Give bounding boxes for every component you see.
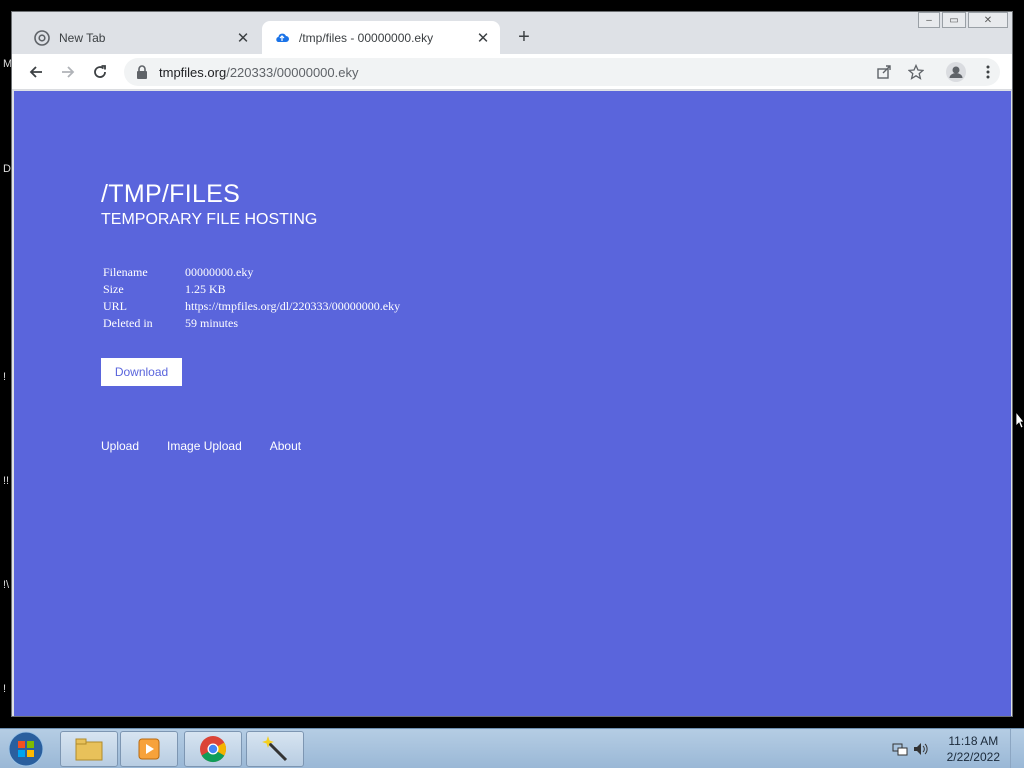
nav-link-image-upload[interactable]: Image Upload: [167, 439, 242, 453]
table-row: Filename 00000000.eky: [101, 264, 402, 281]
taskbar-media-player[interactable]: [120, 731, 178, 767]
reload-icon: [94, 65, 106, 78]
arrow-right-icon: [62, 66, 75, 78]
tab-tmpfiles[interactable]: /tmp/files - 00000000.eky ✕: [262, 21, 500, 54]
address-domain: tmpfiles.org: [159, 64, 227, 80]
table-row: URL https://tmpfiles.org/dl/220333/00000…: [101, 298, 402, 315]
close-window-button[interactable]: ✕: [968, 12, 1008, 28]
volume-icon[interactable]: [912, 741, 928, 757]
new-tab-button[interactable]: +: [512, 25, 536, 49]
info-label: Size: [103, 282, 124, 296]
table-row: Deleted in 59 minutes: [101, 315, 402, 332]
bookmark-button[interactable]: [902, 58, 930, 86]
tab-strip: New Tab ✕ /tmp/files - 00000000.eky ✕ + …: [12, 12, 1012, 54]
page-title: /TMP/FILES: [101, 180, 241, 208]
page-content: /TMP/FILES TEMPORARY FILE HOSTING Filena…: [14, 91, 1011, 716]
show-desktop-button[interactable]: [1010, 729, 1024, 768]
mouse-cursor-icon: [1016, 412, 1024, 429]
chrome-icon: [34, 29, 50, 46]
avatar-icon: [946, 62, 966, 82]
download-button[interactable]: Download: [101, 358, 182, 386]
info-label: Deleted in: [103, 316, 153, 330]
page-subtitle: TEMPORARY FILE HOSTING: [101, 211, 318, 228]
browser-toolbar: tmpfiles.org/220333/00000000.eky: [12, 54, 1012, 90]
forward-button[interactable]: [54, 58, 82, 86]
clock[interactable]: 11:18 AM 2/22/2022: [947, 733, 1000, 765]
close-tab-icon[interactable]: ✕: [232, 27, 254, 49]
tab-title: /tmp/files - 00000000.eky: [299, 30, 434, 45]
info-value: 1.25 KB: [185, 282, 226, 296]
chrome-icon: [200, 736, 227, 763]
clock-date: 2/22/2022: [946, 750, 1000, 764]
close-tab-icon[interactable]: ✕: [472, 27, 494, 49]
arrow-left-icon: [29, 66, 42, 78]
address-bar[interactable]: tmpfiles.org/220333/00000000.eky: [124, 58, 1000, 86]
info-label: URL: [103, 299, 127, 313]
info-value: https://tmpfiles.org/dl/220333/00000000.…: [185, 299, 401, 313]
footer-nav: Upload Image Upload About: [101, 439, 301, 453]
minimize-button[interactable]: –: [918, 12, 940, 28]
taskbar-explorer[interactable]: [60, 731, 118, 767]
profile-button[interactable]: [942, 58, 970, 86]
browser-window: New Tab ✕ /tmp/files - 00000000.eky ✕ + …: [11, 11, 1013, 717]
nav-link-about[interactable]: About: [270, 439, 301, 453]
taskbar: 11:18 AM 2/22/2022: [0, 728, 1024, 768]
kebab-menu-icon: [986, 65, 990, 79]
tab-title: New Tab: [59, 30, 106, 45]
network-icon[interactable]: [892, 741, 908, 757]
cloud-upload-icon: [274, 30, 290, 46]
media-player-icon: [138, 738, 160, 760]
system-tray: 11:18 AM 2/22/2022: [884, 729, 1024, 768]
maximize-button[interactable]: ▭: [942, 12, 966, 28]
magic-wand-icon: [262, 736, 288, 762]
desktop-glyph: !\: [3, 579, 10, 591]
windows-logo-icon: [8, 731, 44, 767]
back-button[interactable]: [22, 58, 50, 86]
menu-button[interactable]: [974, 58, 1002, 86]
info-value: 59 minutes: [185, 316, 238, 330]
nav-link-upload[interactable]: Upload: [101, 439, 139, 453]
info-value: 00000000.eky: [185, 265, 254, 279]
clock-time: 11:18 AM: [948, 734, 999, 748]
share-button[interactable]: [870, 58, 898, 86]
star-icon: [908, 64, 924, 80]
lock-icon: [135, 65, 149, 79]
share-icon: [877, 65, 891, 79]
taskbar-chrome[interactable]: [184, 731, 242, 767]
taskbar-wizard-app[interactable]: [246, 731, 304, 767]
folder-icon: [75, 738, 103, 761]
file-info-table: Filename 00000000.eky Size 1.25 KB URL h…: [101, 264, 402, 332]
desktop-glyph: !!: [3, 475, 10, 487]
desktop-glyph: D: [3, 163, 11, 175]
info-label: Filename: [103, 265, 148, 279]
address-path: /220333/00000000.eky: [226, 64, 359, 80]
address-url: tmpfiles.org/220333/00000000.eky: [159, 65, 359, 80]
reload-button[interactable]: [86, 58, 114, 86]
table-row: Size 1.25 KB: [101, 281, 402, 298]
desktop-glyph: !: [3, 371, 7, 383]
tab-new-tab[interactable]: New Tab ✕: [24, 21, 260, 54]
start-button[interactable]: [6, 730, 46, 768]
desktop-glyph: !: [3, 683, 7, 695]
